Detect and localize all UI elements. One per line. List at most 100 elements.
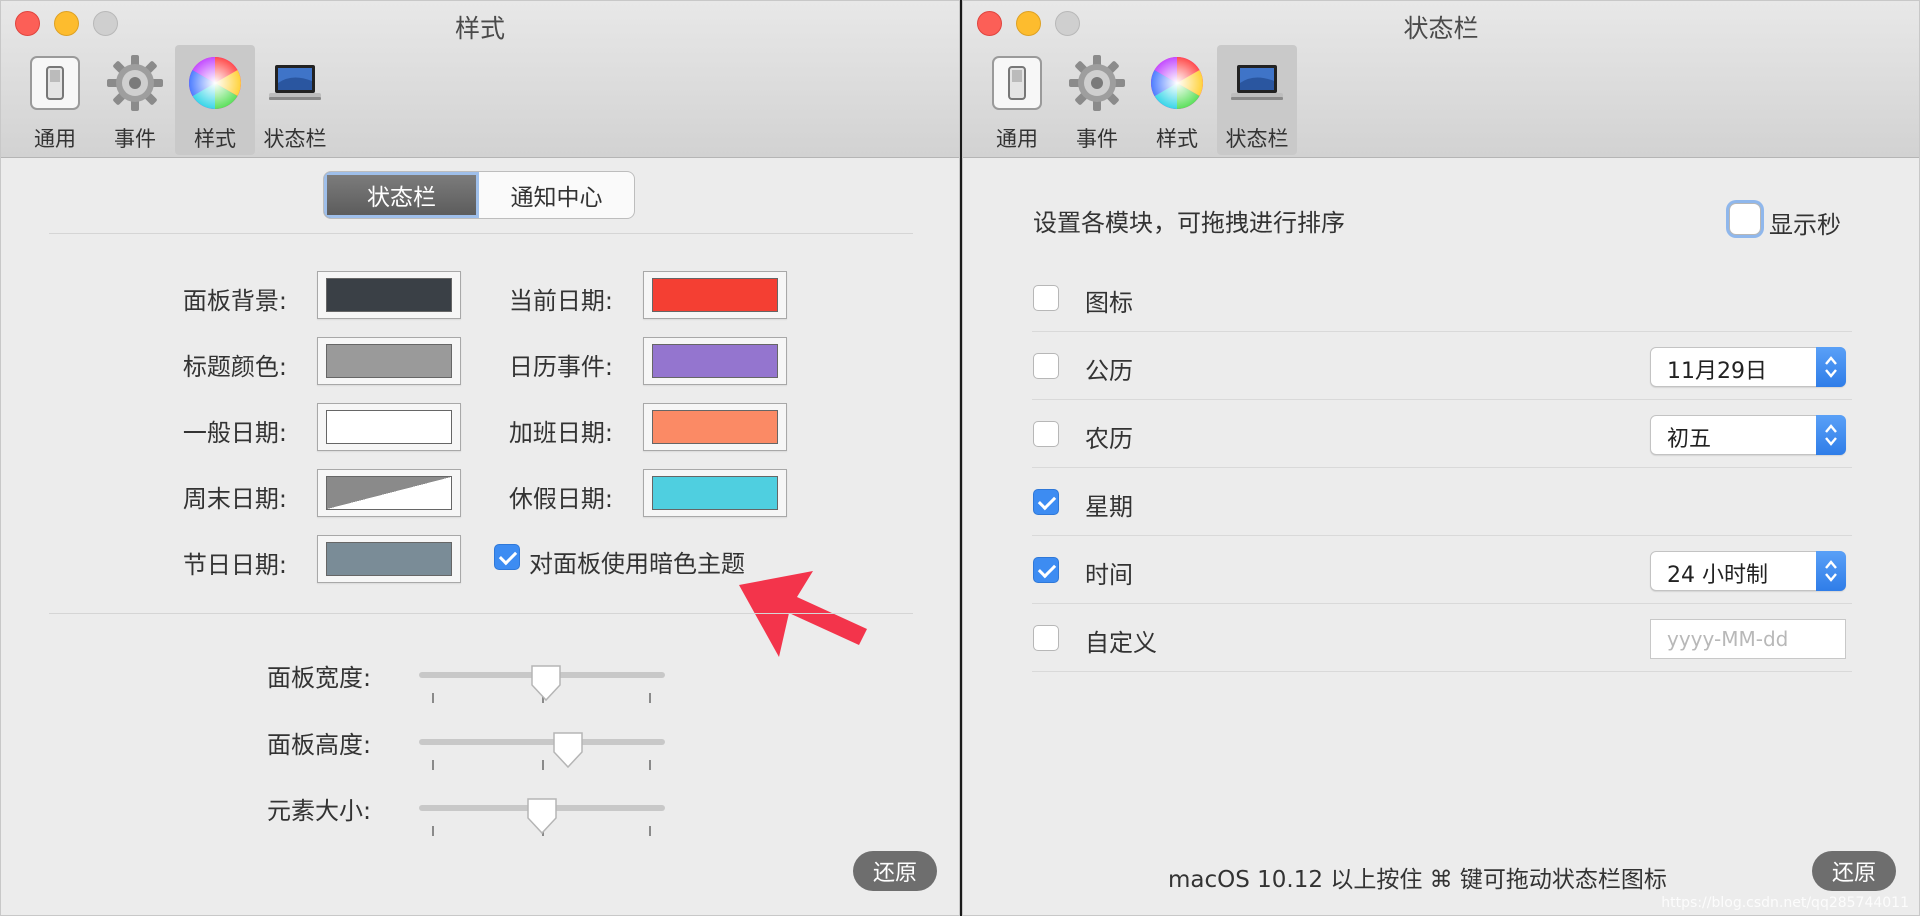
color-label-holiday-date: 节日日期: [182, 551, 287, 579]
toolbar-item-general[interactable]: 通用 [977, 45, 1057, 155]
color-wheel-icon [1147, 53, 1207, 113]
slider-label-element-size: 元素大小: [267, 797, 372, 825]
preferences-toolbar: 通用 事件 样式 状态栏 [977, 45, 1297, 155]
color-swatch [652, 476, 778, 510]
preferences-toolbar: 通用 事件 样式 状态栏 [15, 45, 335, 155]
statusbar-window: 状态栏 通用 事件 样式 状态栏 设置各模块，可拖拽进行排序 显示秒 图标 公历… [962, 0, 1920, 916]
color-well-vacation-date[interactable] [643, 469, 787, 517]
color-well-calendar-event[interactable] [643, 337, 787, 385]
updown-arrows-icon [1816, 415, 1846, 455]
module-custom-checkbox[interactable] [1033, 625, 1059, 651]
color-label-overtime-date: 加班日期: [508, 419, 613, 447]
gear-icon [105, 53, 165, 113]
toolbar-item-style[interactable]: 样式 [1137, 45, 1217, 155]
row-divider [1032, 331, 1852, 332]
color-well-current-date[interactable] [643, 271, 787, 319]
color-well-normal-date[interactable] [317, 403, 461, 451]
updown-arrows-icon [1816, 347, 1846, 387]
restore-button[interactable]: 还原 [853, 851, 937, 891]
toolbar-item-statusbar[interactable]: 状态栏 [255, 45, 335, 155]
row-divider [1032, 603, 1852, 604]
titlebar: 样式 通用 事件 样式 状态栏 [1, 1, 959, 158]
color-wheel-icon [185, 53, 245, 113]
updown-arrows-icon [1816, 551, 1846, 591]
view-segmented-control: 状态栏 通知中心 [323, 171, 635, 219]
slider-tick [432, 693, 434, 703]
module-label: 图标 [1085, 289, 1133, 317]
watermark: https://blog.csdn.net/qq285744011 [1661, 895, 1909, 911]
custom-format-input[interactable] [1650, 619, 1846, 659]
titlebar: 状态栏 通用 事件 样式 状态栏 [963, 1, 1919, 158]
toolbar-item-general[interactable]: 通用 [15, 45, 95, 155]
show-seconds-checkbox[interactable] [1729, 203, 1761, 235]
color-swatch [326, 410, 452, 444]
module-label: 农历 [1085, 425, 1133, 453]
slider-tick [432, 826, 434, 836]
element-size-slider-thumb[interactable] [525, 796, 559, 836]
module-time-checkbox[interactable] [1033, 557, 1059, 583]
window-title: 状态栏 [1403, 14, 1479, 43]
color-swatch [326, 344, 452, 378]
panel-height-slider-track[interactable] [419, 739, 665, 745]
footer-note: macOS 10.12 以上按住 ⌘ 键可拖动状态栏图标 [1168, 867, 1667, 893]
module-label: 星期 [1085, 493, 1133, 521]
module-weekday-checkbox[interactable] [1033, 489, 1059, 515]
lunar-format-popup[interactable]: 初五 [1650, 415, 1846, 455]
module-label: 公历 [1085, 357, 1133, 385]
color-label-title: 标题颜色: [182, 353, 287, 381]
color-well-panel-bg[interactable] [317, 271, 461, 319]
panel-height-slider-thumb[interactable] [551, 730, 585, 770]
toolbar-item-events[interactable]: 事件 [1057, 45, 1137, 155]
color-well-holiday-date[interactable] [317, 535, 461, 583]
switch-icon [987, 53, 1047, 113]
color-well-title[interactable] [317, 337, 461, 385]
show-seconds-label: 显示秒 [1769, 211, 1841, 239]
slider-label-panel-width: 面板宽度: [267, 664, 372, 692]
row-divider [1032, 671, 1852, 672]
color-swatch [652, 410, 778, 444]
laptop-icon [265, 53, 325, 113]
row-divider [1032, 535, 1852, 536]
panel-width-slider-thumb[interactable] [529, 663, 563, 703]
color-label-weekend-date: 周末日期: [182, 485, 287, 513]
module-label: 自定义 [1085, 629, 1157, 657]
restore-button[interactable]: 还原 [1812, 851, 1896, 891]
color-swatch [326, 476, 452, 510]
color-label-normal-date: 一般日期: [182, 419, 287, 447]
color-well-weekend-date[interactable] [317, 469, 461, 517]
slider-tick [649, 760, 651, 770]
color-swatch [652, 344, 778, 378]
module-label: 时间 [1085, 561, 1133, 589]
style-window: 样式 通用 事件 样式 状态栏 状态栏 通知中心 面板背景: 当前日期: 标题颜… [0, 0, 960, 916]
slider-tick [649, 826, 651, 836]
module-lunar-checkbox[interactable] [1033, 421, 1059, 447]
toolbar-item-events[interactable]: 事件 [95, 45, 175, 155]
window-title: 样式 [454, 14, 505, 43]
module-gregorian-checkbox[interactable] [1033, 353, 1059, 379]
slider-tick [432, 760, 434, 770]
dark-theme-label: 对面板使用暗色主题 [529, 550, 745, 578]
row-divider [1032, 399, 1852, 400]
color-swatch [326, 542, 452, 576]
slider-tick [649, 693, 651, 703]
module-description: 设置各模块，可拖拽进行排序 [1033, 209, 1345, 237]
switch-icon [25, 53, 85, 113]
color-well-overtime-date[interactable] [643, 403, 787, 451]
color-label-panel-bg: 面板背景: [182, 287, 287, 315]
segment-notification-center[interactable]: 通知中心 [479, 172, 634, 218]
module-icon-checkbox[interactable] [1033, 285, 1059, 311]
segment-statusbar[interactable]: 状态栏 [324, 172, 479, 218]
color-label-current-date: 当前日期: [508, 287, 613, 315]
color-swatch [652, 278, 778, 312]
divider [49, 613, 913, 614]
toolbar-item-style[interactable]: 样式 [175, 45, 255, 155]
dark-theme-checkbox[interactable] [494, 544, 520, 570]
time-format-popup[interactable]: 24 小时制 [1650, 551, 1846, 591]
toolbar-item-statusbar[interactable]: 状态栏 [1217, 45, 1297, 155]
divider [49, 233, 913, 234]
color-label-calendar-event: 日历事件: [508, 353, 613, 381]
gregorian-format-popup[interactable]: 11月29日 [1650, 347, 1846, 387]
laptop-icon [1227, 53, 1287, 113]
gear-icon [1067, 53, 1127, 113]
slider-label-panel-height: 面板高度: [267, 731, 372, 759]
